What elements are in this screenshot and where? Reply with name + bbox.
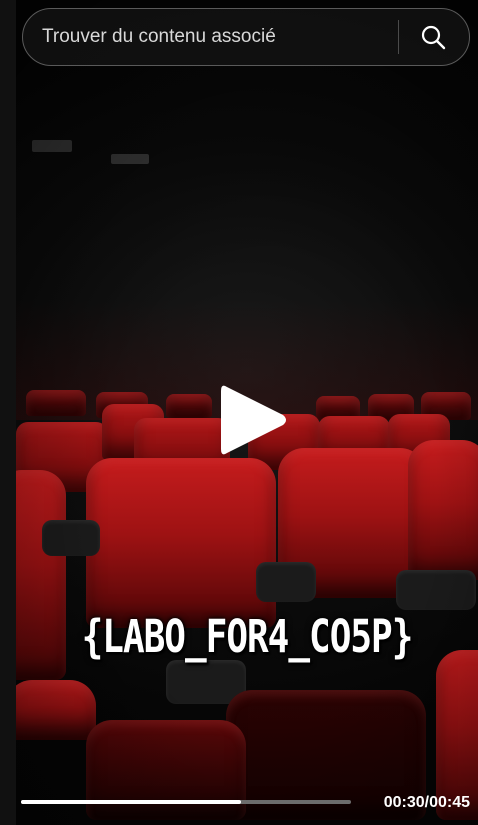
cinema-seat bbox=[26, 390, 86, 416]
video-caption-overlay: {LABO_FOR4_CO5P} bbox=[81, 612, 414, 664]
time-display: 00:30/00:45 bbox=[383, 794, 470, 811]
cinema-seat bbox=[16, 680, 96, 740]
ceiling-light bbox=[32, 140, 72, 152]
left-edge-rail bbox=[0, 0, 16, 825]
search-button[interactable] bbox=[413, 17, 453, 57]
search-divider bbox=[398, 20, 399, 54]
search-bar bbox=[22, 8, 470, 66]
progress-bar[interactable] bbox=[21, 800, 351, 804]
seat-armrest bbox=[42, 520, 100, 556]
play-icon bbox=[221, 385, 286, 455]
cinema-seat bbox=[86, 458, 276, 628]
video-player[interactable]: {LABO_FOR4_CO5P} 00:30/00:45 bbox=[0, 0, 478, 825]
seat-armrest bbox=[396, 570, 476, 610]
ceiling-light bbox=[111, 154, 149, 164]
cinema-seat bbox=[166, 394, 212, 418]
cinema-seat bbox=[408, 440, 478, 580]
cinema-seat bbox=[86, 720, 246, 820]
progress-bar-fill bbox=[21, 800, 241, 804]
search-input[interactable] bbox=[23, 9, 398, 65]
play-button[interactable] bbox=[219, 381, 289, 459]
seat-armrest bbox=[256, 562, 316, 602]
search-icon bbox=[421, 25, 446, 50]
